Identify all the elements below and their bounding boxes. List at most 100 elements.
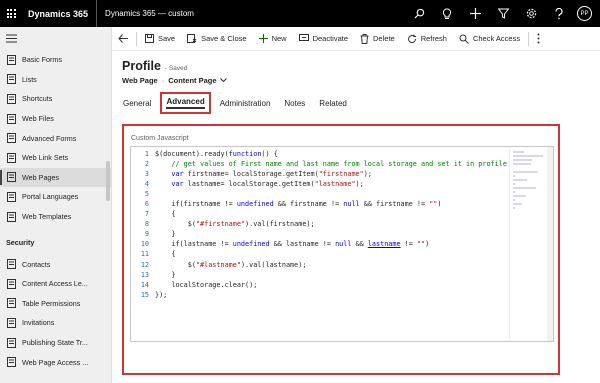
lightbulb-icon[interactable]: [433, 0, 461, 27]
mail-icon: [6, 317, 16, 328]
save-button[interactable]: Save: [139, 27, 181, 51]
sidebar-item-portal-languages[interactable]: Portal Languages: [0, 187, 111, 207]
template-icon: [6, 211, 16, 222]
code-line[interactable]: 2 // get values of First name and last n…: [131, 159, 507, 169]
search-icon[interactable]: [405, 0, 433, 27]
sidebar-item-web-pages[interactable]: Web Pages: [0, 167, 111, 188]
code-line[interactable]: 15});: [131, 290, 507, 300]
code-line[interactable]: 1 $(document).ready(function() {: [131, 149, 507, 159]
tab-advanced[interactable]: Advanced: [160, 92, 211, 114]
sidebar-item-web-link-sets[interactable]: Web Link Sets: [0, 148, 111, 168]
sidebar-scrollbar[interactable]: [106, 161, 110, 201]
refresh-label: Refresh: [420, 34, 447, 43]
sidebar-item-shortcuts[interactable]: Shortcuts: [0, 89, 111, 109]
line-number: 7: [144, 210, 149, 219]
sidebar-item-label: Contacts: [22, 259, 51, 269]
sidebar-item-advanced-forms[interactable]: Advanced Forms: [0, 128, 111, 148]
help-icon[interactable]: [545, 0, 573, 27]
trash-icon: [360, 33, 369, 44]
list-icon: [6, 74, 16, 85]
sidebar-item-label: Web Templates: [22, 212, 72, 222]
code-editor[interactable]: 1 $(document).ready(function() {2 // get …: [130, 146, 554, 342]
code-lines[interactable]: 1 $(document).ready(function() {2 // get …: [131, 149, 507, 300]
hamburger-menu-icon[interactable]: [0, 27, 111, 50]
plus-icon[interactable]: [461, 0, 489, 27]
editor-scrollbar[interactable]: [547, 147, 553, 341]
code-line[interactable]: 9 }: [131, 229, 507, 239]
sidebar-item-web-files[interactable]: Web Files: [0, 109, 111, 129]
sidebar-item-invitations[interactable]: Invitations: [0, 313, 111, 333]
sidebar: Basic Forms Lists Shortcuts Web Files Advanc…: [0, 27, 112, 383]
sidebar-item-content-access-le[interactable]: Content Access Le...: [0, 274, 111, 294]
check-access-button[interactable]: Check Access: [453, 27, 526, 51]
deactivate-label: Deactivate: [312, 34, 349, 43]
chevron-down-icon[interactable]: [219, 76, 227, 85]
code-line[interactable]: 7 {: [131, 209, 507, 219]
custom-javascript-label: Custom Javascript: [131, 135, 189, 142]
new-button[interactable]: New: [253, 27, 293, 51]
form-selector[interactable]: Content Page: [168, 76, 216, 85]
delete-button[interactable]: Delete: [354, 27, 401, 51]
code-line[interactable]: 14 localStorage.clear();: [131, 280, 507, 290]
top-icons: PP: [405, 0, 600, 27]
line-number: 2: [144, 160, 149, 169]
deactivate-button[interactable]: Deactivate: [293, 27, 354, 51]
save-close-label: Save & Close: [201, 34, 247, 43]
line-number: 8: [144, 220, 149, 229]
code-line[interactable]: 6 if(firstname != undefined && firstname…: [131, 199, 507, 209]
filter-icon[interactable]: [489, 0, 517, 27]
sidebar-item-web-page-access[interactable]: Web Page Access ...: [0, 352, 111, 372]
deactivate-icon: [298, 34, 309, 43]
code-line[interactable]: 4 var lastname= localStorage.getItem("la…: [131, 179, 507, 189]
minimap-line: [513, 195, 526, 197]
sidebar-item-table-permissions[interactable]: Table Permissions: [0, 294, 111, 314]
sidebar-item-label: Table Permissions: [22, 298, 81, 308]
line-number: 5: [144, 190, 149, 199]
link-icon: [6, 152, 16, 163]
app-title[interactable]: Dynamics 365: [22, 0, 96, 27]
record-header: Profile - Saved Web Page · Content Page: [122, 59, 227, 85]
back-button[interactable]: [112, 27, 134, 51]
line-number: 1: [144, 150, 149, 158]
refresh-button[interactable]: Refresh: [401, 27, 453, 51]
line-number: 6: [144, 200, 149, 209]
environment-title[interactable]: Dynamics 365 — custom: [97, 9, 194, 18]
minimap-line: [513, 151, 524, 153]
code-line[interactable]: 11 {: [131, 249, 507, 259]
code-line[interactable]: 8 $("#firstname").val(firstname);: [131, 219, 507, 229]
minimap-line: [513, 179, 527, 181]
sidebar-item-lists[interactable]: Lists: [0, 70, 111, 90]
code-line[interactable]: 3 var firstname= localStorage.getItem("f…: [131, 169, 507, 179]
sidebar-item-basic-forms[interactable]: Basic Forms: [0, 50, 111, 70]
document-icon: [6, 357, 16, 368]
sidebar-item-web-templates[interactable]: Web Templates: [0, 207, 111, 227]
save-close-button[interactable]: Save & Close: [181, 27, 252, 51]
new-label: New: [271, 34, 287, 43]
person-icon: [6, 259, 16, 270]
save-icon: [145, 34, 154, 43]
code-line[interactable]: 10 if(lastname != undefined && lastname …: [131, 239, 507, 249]
tab-notes[interactable]: Notes: [279, 92, 310, 114]
minimap-line: [513, 163, 531, 165]
minimap-line: [513, 203, 522, 205]
check-access-label: Check Access: [472, 34, 521, 43]
code-line[interactable]: 12 $("#lastname").val(lastname);: [131, 260, 507, 270]
sidebar-item-contacts[interactable]: Contacts: [0, 254, 111, 274]
flow-icon: [6, 337, 16, 348]
document-icon: [6, 278, 16, 289]
divider: ·: [161, 76, 165, 85]
code-line[interactable]: 13 }: [131, 270, 507, 280]
tab-administration[interactable]: Administration: [215, 92, 276, 114]
user-avatar[interactable]: PP: [577, 6, 592, 21]
code-line[interactable]: 5: [131, 189, 507, 199]
sidebar-item-publishing-state-tr[interactable]: Publishing State Tr...: [0, 333, 111, 353]
tab-related[interactable]: Related: [314, 92, 352, 114]
code-minimap[interactable]: [509, 149, 545, 339]
tab-general[interactable]: General: [118, 92, 156, 114]
delete-label: Delete: [373, 34, 395, 43]
more-commands-icon[interactable]: [531, 27, 546, 51]
gear-icon[interactable]: [517, 0, 545, 27]
save-status: - Saved: [164, 65, 188, 72]
app-launcher-icon[interactable]: [0, 0, 22, 27]
entity-name: Web Page: [122, 76, 158, 85]
